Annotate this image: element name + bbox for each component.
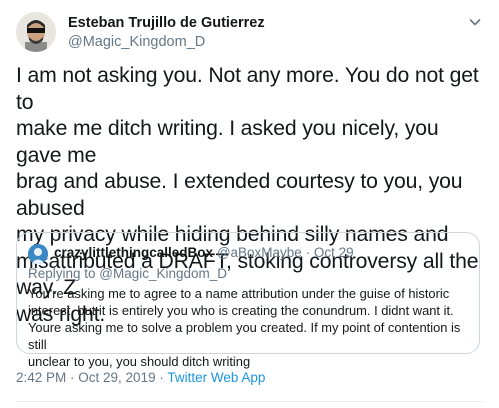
tweet-card: Esteban Trujillo de Gutierrez @Magic_Kin… xyxy=(0,0,499,408)
quoted-separator: · xyxy=(305,245,311,260)
quoted-text: You're asking me to agree to a name attr… xyxy=(28,286,461,369)
quoted-handle: @aBoxMaybe xyxy=(216,245,302,260)
quoted-header: crazylittlethingcalledBox @aBoxMaybe · O… xyxy=(54,245,354,260)
author-display-name[interactable]: Esteban Trujillo de Gutierrez xyxy=(68,15,265,31)
tweet-timestamp[interactable]: 2:42 PM · Oct 29, 2019 · xyxy=(16,370,167,385)
author-handle[interactable]: @Magic_Kingdom_D xyxy=(68,34,205,50)
divider xyxy=(16,401,483,402)
quoted-replying-to: Replying to @Magic_Kingdom_D xyxy=(28,266,228,281)
quoted-author-avatar xyxy=(28,244,48,264)
quoted-tweet[interactable]: crazylittlethingcalledBox @aBoxMaybe · O… xyxy=(16,232,480,369)
quoted-date: Oct 29 xyxy=(313,245,354,260)
quoted-display-name: crazylittlethingcalledBox xyxy=(54,245,214,260)
tweet-meta: 2:42 PM · Oct 29, 2019 · Twitter Web App xyxy=(16,370,265,385)
author-avatar[interactable] xyxy=(16,12,56,52)
tweet-source-link[interactable]: Twitter Web App xyxy=(167,370,265,385)
chevron-down-icon[interactable] xyxy=(467,14,483,30)
